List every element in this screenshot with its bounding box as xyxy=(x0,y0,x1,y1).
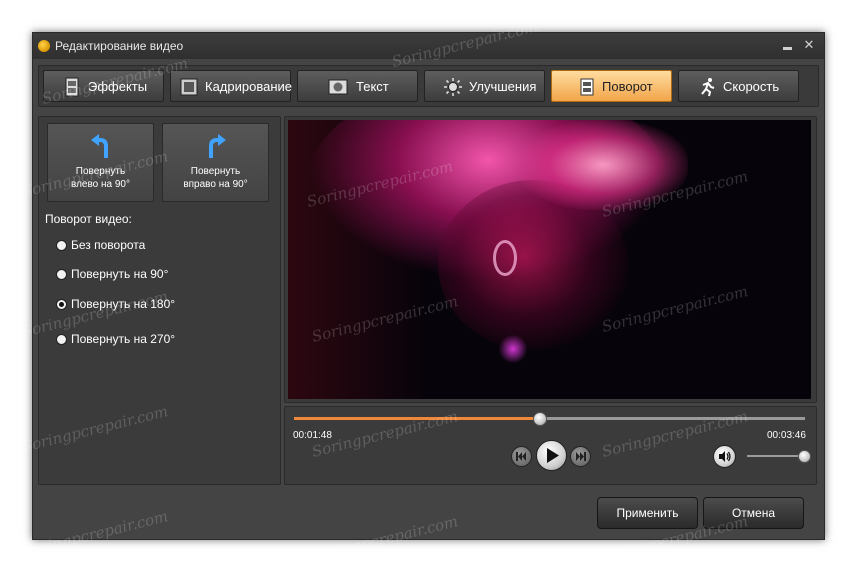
skip-forward-icon xyxy=(576,452,586,461)
tab-speed[interactable]: Скорость xyxy=(678,70,799,102)
rotate-icon xyxy=(580,78,594,96)
tab-label: Скорость xyxy=(723,79,780,94)
tab-label: Кадрирование xyxy=(205,79,293,94)
rotate-right-icon xyxy=(209,134,226,158)
rotate-right-label-line2: вправо на 90° xyxy=(183,179,248,190)
radio-button[interactable] xyxy=(56,334,67,345)
rotation-section-title: Поворот видео: xyxy=(45,212,132,226)
total-time: 00:03:46 xyxy=(767,430,806,441)
skip-back-icon xyxy=(516,452,526,461)
speaker-icon xyxy=(719,451,731,462)
sun-icon xyxy=(444,78,462,96)
radio-label: Без поворота xyxy=(71,238,146,252)
rotate-left-icon xyxy=(91,134,108,158)
text-icon xyxy=(328,79,348,95)
tab-crop[interactable]: Кадрирование xyxy=(170,70,293,102)
tab-label: Текст xyxy=(356,79,389,94)
volume-slider[interactable] xyxy=(747,450,811,463)
video-preview-frame xyxy=(284,116,817,403)
timeline-thumb[interactable] xyxy=(533,412,548,426)
rotate-left-label-line2: влево на 90° xyxy=(70,179,130,190)
radio-button-checked[interactable] xyxy=(56,299,67,310)
rotate-left-button[interactable]: Повернуть влево на 90° xyxy=(47,123,154,202)
playback-controls: 00:01:48 00:03:46 xyxy=(284,406,817,485)
radio-label: Повернуть на 270° xyxy=(71,332,176,346)
tab-bar: Эффекты Кадрирование Текст Улучшения Пов… xyxy=(38,65,819,107)
next-button[interactable] xyxy=(570,446,591,467)
app-icon xyxy=(38,40,50,52)
title-bar[interactable]: Редактирование видео ✕ xyxy=(33,33,824,59)
rotation-panel: Повернуть влево на 90° Повернуть вправо … xyxy=(38,116,281,485)
radio-button[interactable] xyxy=(56,240,67,251)
minimize-icon[interactable] xyxy=(779,36,797,54)
tab-label: Эффекты xyxy=(88,79,148,94)
apply-button[interactable]: Применить xyxy=(597,497,698,529)
tab-enhance[interactable]: Улучшения xyxy=(424,70,545,102)
current-time: 00:01:48 xyxy=(293,430,332,441)
timeline-slider[interactable] xyxy=(294,412,805,426)
radio-button[interactable] xyxy=(56,269,67,280)
rotate-right-label-line1: Повернуть xyxy=(190,166,241,177)
volume-button[interactable] xyxy=(713,445,736,468)
play-button[interactable] xyxy=(536,440,567,471)
runner-icon xyxy=(701,78,715,97)
previous-button[interactable] xyxy=(511,446,532,467)
timeline-progress xyxy=(294,417,540,420)
tab-label: Улучшения xyxy=(469,79,537,94)
tab-label: Поворот xyxy=(602,79,653,94)
video-editor-window: Редактирование видео ✕ Эффекты Кадрирова… xyxy=(32,32,825,540)
video-preview[interactable] xyxy=(288,120,811,399)
tab-text[interactable]: Текст xyxy=(297,70,418,102)
rotate-right-button[interactable]: Повернуть вправо на 90° xyxy=(162,123,269,202)
cancel-button[interactable]: Отмена xyxy=(703,497,804,529)
tab-rotate[interactable]: Поворот xyxy=(551,70,672,102)
film-icon xyxy=(65,77,79,97)
crop-icon xyxy=(180,78,198,96)
radio-label: Повернуть на 90° xyxy=(71,267,169,281)
radio-label: Повернуть на 180° xyxy=(71,297,176,311)
volume-thumb[interactable] xyxy=(798,450,811,463)
tab-effects[interactable]: Эффекты xyxy=(43,70,164,102)
rotate-left-label-line1: Повернуть xyxy=(75,166,126,177)
window-title: Редактирование видео xyxy=(55,39,184,53)
play-icon xyxy=(547,448,559,463)
close-icon[interactable]: ✕ xyxy=(800,36,818,54)
